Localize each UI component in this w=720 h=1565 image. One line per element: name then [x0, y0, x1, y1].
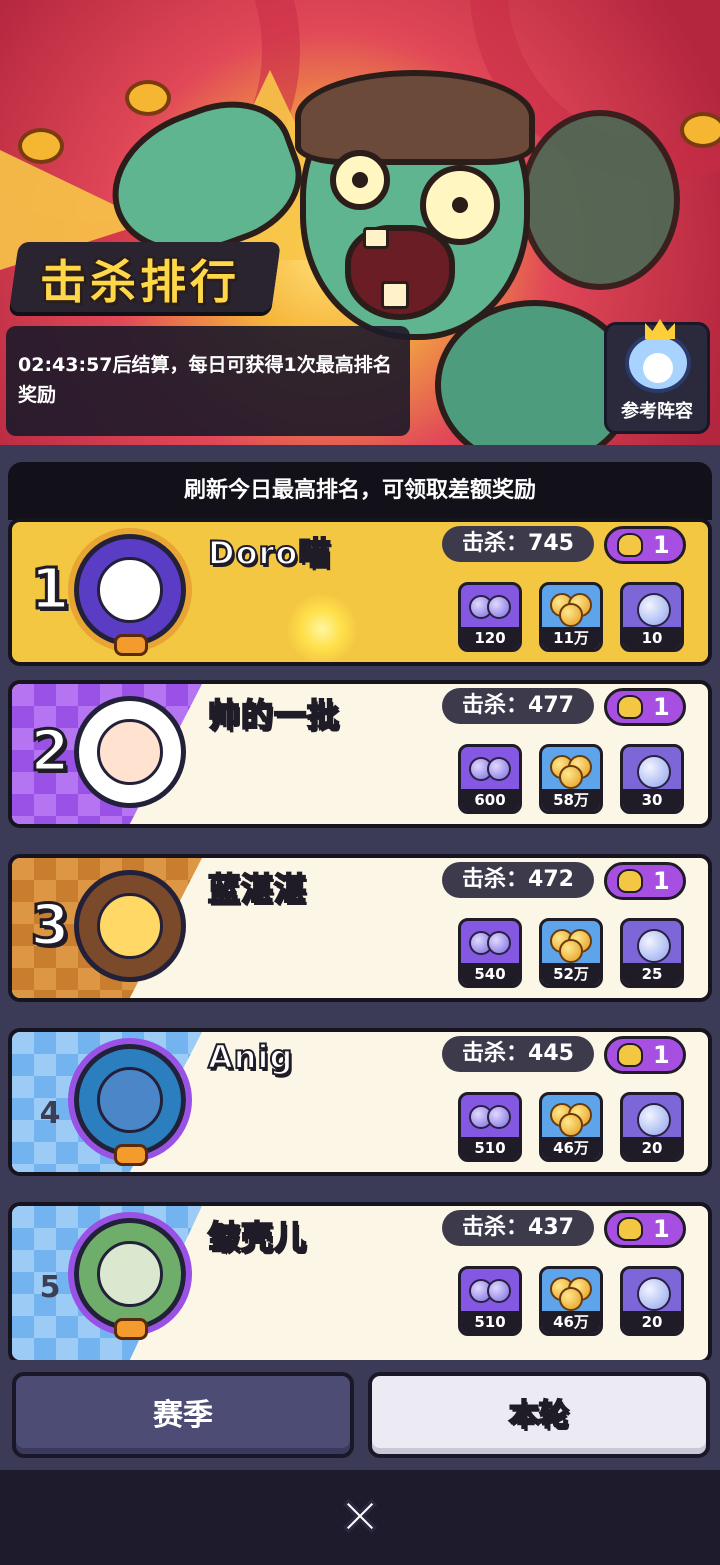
- reward-coin[interactable]: 58万: [539, 744, 603, 814]
- rank-number: 3: [29, 893, 71, 958]
- lineup-icon: [625, 333, 691, 393]
- tab-season[interactable]: 赛季: [12, 1372, 354, 1458]
- candy-icon: [18, 128, 64, 164]
- kill-count: 击杀：437: [442, 1210, 594, 1246]
- close-icon[interactable]: ✕: [332, 1489, 388, 1548]
- reward-coin[interactable]: 46万: [539, 1092, 603, 1162]
- avatar-badge-icon: [114, 1144, 148, 1166]
- reward-orb[interactable]: 30: [620, 744, 684, 814]
- reward-gem[interactable]: 510: [458, 1092, 522, 1162]
- avatar[interactable]: [74, 1218, 186, 1330]
- ranking-list[interactable]: 1 Doro喵 击杀：745 1 120 11万 10 2 帅的一批 击杀：47…: [8, 518, 712, 1360]
- player-name: 皱壳儿: [207, 1217, 308, 1257]
- player-name: Doro喵: [207, 533, 332, 573]
- kill-count: 击杀：445: [442, 1036, 594, 1072]
- reward-coin[interactable]: 46万: [539, 1266, 603, 1336]
- player-name: 帅的一批: [207, 695, 341, 735]
- banner: 击杀排行 02:43:57后结算，每日可获得1次最高排名奖励 参考阵容: [0, 0, 720, 445]
- page-title: 击杀排行: [40, 255, 240, 309]
- reward-coin[interactable]: 52万: [539, 918, 603, 988]
- sparkle-effect: [287, 594, 357, 662]
- avatar-badge-icon: [114, 634, 148, 656]
- reward-orb[interactable]: 25: [620, 918, 684, 988]
- skull-icon: [617, 533, 643, 557]
- reference-lineup-label: 参考阵容: [621, 401, 693, 422]
- kill-count: 击杀：745: [442, 526, 594, 562]
- player-name: 蓝湛湛: [207, 869, 308, 909]
- rank-row-1[interactable]: 1 Doro喵 击杀：745 1 120 11万 10: [8, 518, 712, 666]
- rank-row-2[interactable]: 2 帅的一批 击杀：477 1 600 58万 30: [8, 680, 712, 828]
- avatar-badge-icon: [114, 1318, 148, 1340]
- reward-coin[interactable]: 11万: [539, 582, 603, 652]
- candy-icon: [680, 112, 720, 148]
- kill-count: 击杀：472: [442, 862, 594, 898]
- crown-icon: [645, 319, 675, 339]
- rank-number: 2: [29, 719, 71, 784]
- candy-icon: [125, 80, 171, 116]
- zombie-mouth: [345, 225, 455, 320]
- zombie-hair: [295, 70, 535, 165]
- skull-badge: 1: [604, 862, 686, 900]
- skull-icon: [617, 695, 643, 719]
- zombie-eye: [330, 150, 390, 210]
- reward-gem[interactable]: 540: [458, 918, 522, 988]
- skull-badge: 1: [604, 688, 686, 726]
- rank-row-4[interactable]: 4 Anig 击杀：445 1 510 46万 20: [8, 1028, 712, 1176]
- skull-icon: [617, 869, 643, 893]
- avatar[interactable]: [74, 534, 186, 646]
- reward-gem[interactable]: 510: [458, 1266, 522, 1336]
- rank-row-3[interactable]: 3 蓝湛湛 击杀：472 1 540 52万 25: [8, 854, 712, 1002]
- skull-badge: 1: [604, 526, 686, 564]
- avatar[interactable]: [74, 696, 186, 808]
- reference-lineup-button[interactable]: 参考阵容: [604, 319, 710, 434]
- settlement-notice: 02:43:57后结算，每日可获得1次最高排名奖励: [6, 326, 410, 436]
- reward-orb[interactable]: 10: [620, 582, 684, 652]
- skull-badge: 1: [604, 1036, 686, 1074]
- ranking-header: 刷新今日最高排名，可领取差额奖励: [8, 462, 712, 520]
- reward-orb[interactable]: 20: [620, 1266, 684, 1336]
- skull-icon: [617, 1043, 643, 1067]
- kill-count: 击杀：477: [442, 688, 594, 724]
- reward-gem[interactable]: 120: [458, 582, 522, 652]
- reward-orb[interactable]: 20: [620, 1092, 684, 1162]
- tab-round[interactable]: 本轮: [368, 1372, 710, 1458]
- avatar[interactable]: [74, 1044, 186, 1156]
- zombie-background: [520, 110, 680, 290]
- skull-badge: 1: [604, 1210, 686, 1248]
- reward-gem[interactable]: 600: [458, 744, 522, 814]
- player-name: Anig: [207, 1037, 294, 1077]
- avatar[interactable]: [74, 870, 186, 982]
- rank-row-5[interactable]: 5 皱壳儿 击杀：437 1 510 46万 20: [8, 1202, 712, 1360]
- skull-icon: [617, 1217, 643, 1241]
